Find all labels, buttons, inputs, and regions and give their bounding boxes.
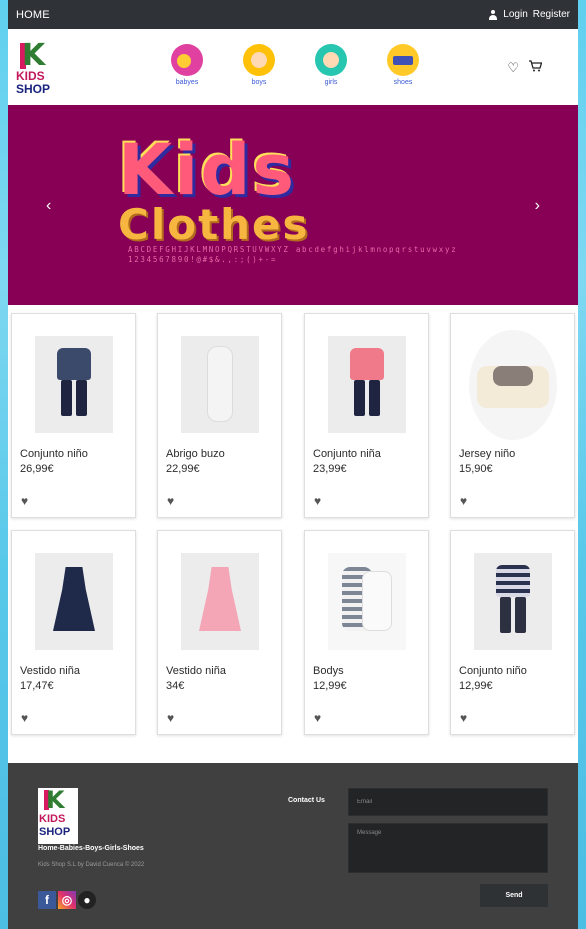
user-icon: [488, 9, 498, 20]
product-price: 17,47€: [20, 680, 54, 692]
github-icon[interactable]: ●: [78, 891, 96, 909]
contact-us-label: Contact Us: [288, 797, 325, 804]
banner-title-line1: Kids: [118, 129, 297, 211]
facebook-icon[interactable]: f: [38, 891, 56, 909]
home-link[interactable]: HOME: [16, 9, 50, 21]
product-price: 15,90€: [459, 463, 493, 475]
logo-line1: KIDS: [39, 813, 66, 825]
product-image: [181, 336, 259, 433]
product-card[interactable]: Vestido niña 34€ ♥: [157, 530, 282, 735]
babyes-icon: [171, 44, 203, 76]
carousel-prev-button[interactable]: ‹: [46, 197, 51, 215]
heart-icon[interactable]: ♡: [507, 60, 519, 76]
product-price: 26,99€: [20, 463, 54, 475]
product-card[interactable]: Conjunto niño 12,99€ ♥: [450, 530, 575, 735]
shoes-icon: [387, 44, 419, 76]
product-price: 12,99€: [313, 680, 347, 692]
banner-alphabet: ABCDEFGHIJKLMNOPQRSTUVWXYZ abcdefghijklm…: [128, 245, 458, 264]
product-name: Abrigo buzo: [166, 448, 225, 460]
site-footer: K KIDS SHOP Home-Babies-Boys-Girls-Shoes…: [8, 763, 578, 929]
cart-icon[interactable]: [529, 60, 543, 76]
product-name: Vestido niña: [20, 665, 80, 677]
product-card[interactable]: Abrigo buzo 22,99€ ♥: [157, 313, 282, 518]
product-price: 34€: [166, 680, 185, 692]
heart-icon[interactable]: ♥: [167, 711, 174, 725]
category-label: boys: [251, 79, 267, 86]
category-shoes[interactable]: shoes: [386, 44, 420, 86]
instagram-icon[interactable]: ◎: [58, 891, 76, 909]
product-price: 23,99€: [313, 463, 347, 475]
register-link[interactable]: Register: [533, 9, 570, 20]
social-links: f ◎ ●: [38, 891, 96, 909]
product-image: [469, 330, 557, 440]
product-card[interactable]: Conjunto niño 26,99€ ♥: [11, 313, 136, 518]
product-card[interactable]: Bodys 12,99€ ♥: [304, 530, 429, 735]
product-card[interactable]: Jersey niño 15,90€ ♥: [450, 313, 575, 518]
carousel-next-button[interactable]: ›: [535, 197, 540, 215]
product-image: [328, 336, 406, 433]
nav-icons: ♡: [507, 60, 543, 76]
heart-icon[interactable]: ♥: [167, 494, 174, 508]
category-nav: babyes boys girls shoes: [170, 44, 420, 86]
category-babyes[interactable]: babyes: [170, 44, 204, 86]
message-field[interactable]: [348, 823, 548, 873]
product-price: 22,99€: [166, 463, 200, 475]
logo-letter: K: [46, 786, 65, 814]
product-name: Conjunto niña: [313, 448, 381, 460]
hero-carousel: Kids Clothes ABCDEFGHIJKLMNOPQRSTUVWXYZ …: [8, 105, 578, 305]
product-card[interactable]: Conjunto niña 23,99€ ♥: [304, 313, 429, 518]
category-label: shoes: [393, 79, 413, 86]
product-image: [35, 553, 113, 650]
product-card[interactable]: Vestido niña 17,47€ ♥: [11, 530, 136, 735]
product-name: Vestido niña: [166, 665, 226, 677]
product-image: [181, 553, 259, 650]
logo-letter: K: [22, 38, 46, 73]
product-image: [474, 553, 552, 650]
product-price: 12,99€: [459, 680, 493, 692]
category-label: girls: [324, 79, 338, 86]
product-name: Conjunto niño: [20, 448, 88, 460]
category-boys[interactable]: boys: [242, 44, 276, 86]
heart-icon[interactable]: ♥: [21, 494, 28, 508]
footer-logo[interactable]: K KIDS SHOP: [38, 788, 78, 844]
product-name: Conjunto niño: [459, 665, 527, 677]
main-navbar: K KIDS SHOP babyes boys girls shoes ♡: [8, 29, 578, 105]
product-name: Jersey niño: [459, 448, 516, 460]
logo-line2: SHOP: [16, 82, 51, 96]
logo-line1: KIDS: [16, 69, 45, 83]
footer-links[interactable]: Home-Babies-Boys-Girls-Shoes: [38, 845, 144, 852]
boys-icon: [243, 44, 275, 76]
product-name: Bodys: [313, 665, 344, 677]
category-girls[interactable]: girls: [314, 44, 348, 86]
kids-shop-logo[interactable]: K KIDS SHOP: [16, 38, 58, 99]
heart-icon[interactable]: ♥: [460, 711, 467, 725]
product-image: [35, 336, 113, 433]
girls-icon: [315, 44, 347, 76]
login-link[interactable]: Login: [503, 9, 527, 20]
account-links: Login Register: [488, 9, 570, 20]
product-image: [328, 553, 406, 650]
heart-icon[interactable]: ♥: [21, 711, 28, 725]
top-bar: HOME Login Register: [8, 0, 578, 29]
category-label: babyes: [175, 79, 199, 86]
send-button[interactable]: Send: [480, 884, 548, 907]
banner-title-line2: Clothes: [118, 200, 310, 249]
heart-icon[interactable]: ♥: [460, 494, 467, 508]
email-field[interactable]: [348, 788, 548, 816]
heart-icon[interactable]: ♥: [314, 711, 321, 725]
copyright: Kids Shop S.L by David Cuenca © 2022: [38, 862, 145, 868]
product-grid: Conjunto niño 26,99€ ♥ Abrigo buzo 22,99…: [8, 305, 578, 763]
heart-icon[interactable]: ♥: [314, 494, 321, 508]
logo-line2: SHOP: [39, 826, 71, 838]
